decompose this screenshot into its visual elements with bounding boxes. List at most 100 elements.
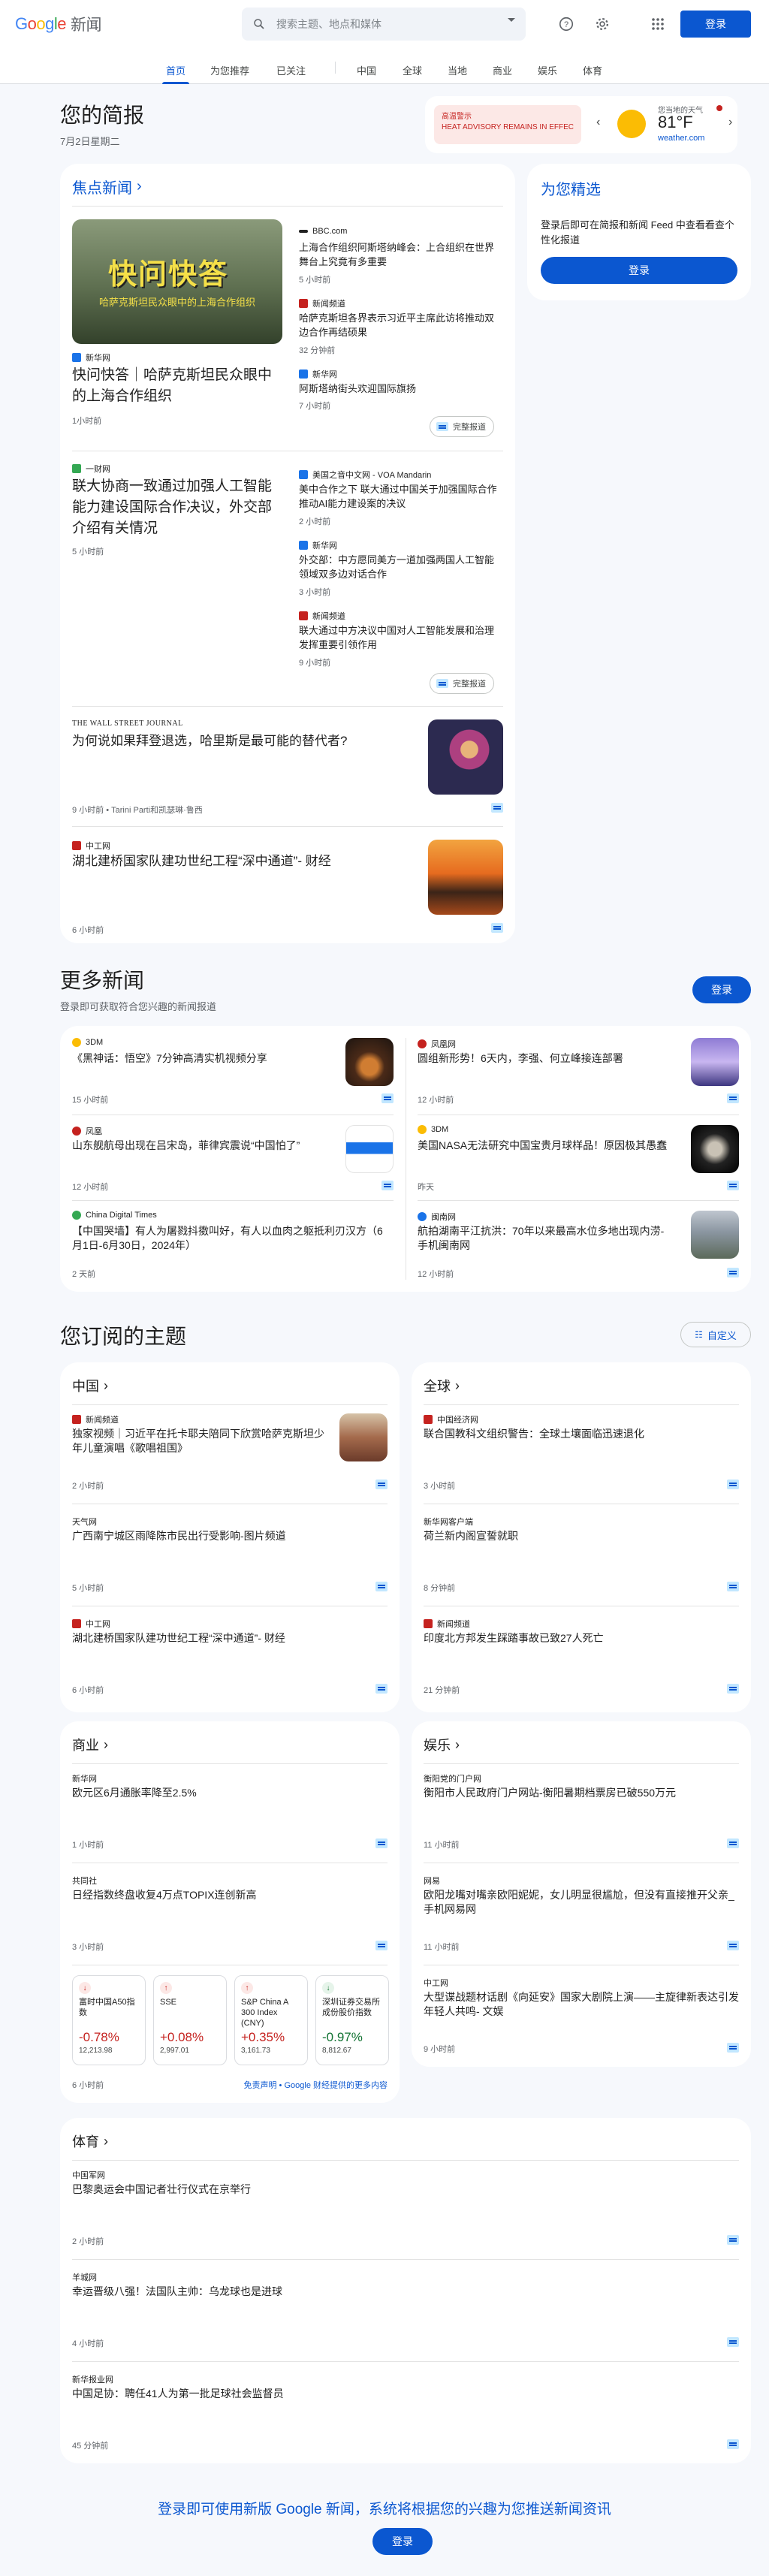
full-coverage-icon[interactable]	[727, 2235, 739, 2245]
story-headline[interactable]: 航拍湖南平江抗洪：70年以来最高水位多地出现内涝-手机闽南网	[418, 1224, 673, 1253]
story-headline[interactable]: 圆组新形势！6天内，李强、何立峰接连部署	[418, 1051, 673, 1066]
footer-signin-button[interactable]: 登录	[372, 2528, 433, 2555]
story-headline[interactable]: 欧阳龙嘴对嘴亲欧阳妮妮，女儿明显很尴尬，但没有直接推开父亲_手机网易网	[424, 1888, 739, 1917]
story-thumbnail[interactable]	[428, 719, 503, 795]
story-headline[interactable]: 《黑神话：悟空》7分钟高清实机视频分享	[72, 1051, 327, 1066]
weather-widget[interactable]: 高温警示 HEAT ADVISORY REMAINS IN EFFECT FRO…	[425, 96, 737, 153]
tab-world[interactable]: 全球	[403, 63, 422, 77]
story-thumbnail[interactable]	[345, 1038, 394, 1086]
stock-tile[interactable]: ↑ SSE +0.08% 2,997.01	[153, 1975, 227, 2065]
topic-heading[interactable]: 娱乐 ›	[424, 1735, 460, 1754]
story-headline[interactable]: 欧元区6月通胀率降至2.5%	[72, 1786, 388, 1800]
full-coverage-icon[interactable]	[727, 1684, 739, 1694]
story-headline[interactable]: 联大协商一致通过加强人工智能能力建设国际合作决议，外交部介绍有关情况	[72, 476, 282, 539]
full-coverage-icon[interactable]	[375, 1480, 388, 1489]
full-coverage-icon[interactable]	[727, 1582, 739, 1591]
more-news-signin-button[interactable]: 登录	[692, 976, 751, 1003]
story-headline[interactable]: 衡阳市人民政府门户网站-衡阳暑期档票房已破550万元	[424, 1786, 739, 1800]
story-headline[interactable]: 广西南宁城区雨降陈市民出行受影响-图片频道	[72, 1529, 388, 1543]
full-coverage-icon[interactable]	[727, 1268, 739, 1277]
stock-tile[interactable]: ↑ S&P China A 300 Index (CNY) +0.35% 3,161.…	[234, 1975, 308, 2065]
story-thumbnail[interactable]	[691, 1038, 739, 1086]
story-headline[interactable]: 印度北方邦发生踩踏事故已致27人死亡	[424, 1631, 739, 1645]
story-thumbnail[interactable]	[345, 1125, 394, 1173]
story-thumbnail[interactable]	[428, 840, 503, 915]
story-headline[interactable]: 联大通过中方决议中国对人工智能发展和治理发挥重要引领作用	[299, 623, 503, 652]
story-headline[interactable]: 联合国教科文组织警告：全球土壤面临迅速退化	[424, 1427, 739, 1441]
tab-business[interactable]: 商业	[493, 63, 512, 77]
full-coverage-icon[interactable]	[727, 1838, 739, 1848]
tab-entertainment[interactable]: 娱乐	[538, 63, 557, 77]
apps-grid-icon[interactable]	[649, 15, 667, 33]
full-coverage-icon[interactable]	[381, 1093, 394, 1103]
search-bar[interactable]: 搜索主题、地点和媒体	[242, 8, 526, 41]
weather-source[interactable]: weather.com	[658, 134, 704, 143]
tab-sports[interactable]: 体育	[583, 63, 602, 77]
full-coverage-icon[interactable]	[375, 1941, 388, 1950]
stock-tile[interactable]: ↓ 富时中国A50指数 -0.78% 12,213.98	[72, 1975, 146, 2065]
topic-heading[interactable]: 全球 ›	[424, 1376, 460, 1395]
signin-button[interactable]: 登录	[680, 11, 751, 38]
story-headline[interactable]: 独家视频｜习近平在托卡耶夫陪同下欣赏哈萨克斯坦少年儿童演唱《歌唱祖国》	[72, 1427, 327, 1455]
full-coverage-icon[interactable]	[727, 2337, 739, 2347]
story-headline[interactable]: 【中国哭墙】有人为屠戮抖擞叫好，有人以血肉之躯抵利刃汉方（6月1日-6月30日，…	[72, 1224, 388, 1253]
story-headline[interactable]: 美中合作之下 联大通过中国关于加强国际合作推动AI能力建设案的决议	[299, 482, 503, 511]
full-coverage-icon[interactable]	[727, 2043, 739, 2053]
finance-disclaimer-link[interactable]: 免责声明 • Google 财经提供的更多内容	[244, 2079, 388, 2091]
story-headline[interactable]: 为何说如果拜登退选，哈里斯是最可能的替代者?	[72, 733, 403, 750]
full-coverage-icon[interactable]	[727, 1941, 739, 1950]
picks-signin-button[interactable]: 登录	[541, 257, 737, 284]
story-thumbnail[interactable]	[691, 1211, 739, 1259]
tab-local[interactable]: 当地	[448, 63, 467, 77]
full-coverage-icon[interactable]	[381, 1181, 394, 1190]
full-coverage-icon[interactable]	[491, 923, 503, 933]
google-news-logo[interactable]: Google 新闻	[15, 13, 102, 35]
story-headline[interactable]: 大型谍战题材话剧《向延安》国家大剧院上演——主旋律新表达引发年轻人共鸣- 文娱	[424, 1990, 739, 2019]
story-headline[interactable]: 中国足协：聘任41人为第一批足球社会监督员	[72, 2387, 733, 2401]
top-news-heading[interactable]: 焦点新闻 ›	[72, 176, 142, 198]
full-coverage-icon[interactable]	[491, 803, 503, 813]
story-headline[interactable]: 荷兰新内阁宣誓就职	[424, 1529, 739, 1543]
full-coverage-icon[interactable]	[375, 1838, 388, 1848]
story-thumbnail[interactable]	[691, 1125, 739, 1173]
full-coverage-button[interactable]: 完整报道	[430, 673, 494, 694]
story-headline[interactable]: 湖北建桥国家队建功世纪工程“深中通道”- 财经	[72, 853, 403, 870]
story-headline[interactable]: 哈萨克斯坦各界表示习近平主席此访将推动双边合作再结硕果	[299, 311, 503, 339]
story-thumbnail[interactable]	[339, 1413, 388, 1461]
full-coverage-icon[interactable]	[375, 1684, 388, 1694]
heat-alert[interactable]: 高温警示 HEAT ADVISORY REMAINS IN EFFECT FRO…	[434, 105, 581, 144]
chevron-down-icon[interactable]	[508, 18, 515, 22]
story-headline[interactable]: 日经指数终盘收复4万点TOPIX连创新高	[72, 1888, 388, 1902]
tab-following[interactable]: 已关注	[276, 63, 306, 77]
full-coverage-button[interactable]: 完整报道	[430, 416, 494, 437]
story-headline[interactable]: 美国NASA无法研究中国宝贵月球样品！原因极其愚蠢	[418, 1139, 673, 1153]
full-coverage-icon[interactable]	[375, 1582, 388, 1591]
story-thumbnail[interactable]: 快问快答 哈萨克斯坦民众眼中的上海合作组织	[72, 219, 282, 344]
story-headline[interactable]: 快问快答｜哈萨克斯坦民众眼中的上海合作组织	[72, 365, 282, 407]
tab-china[interactable]: 中国	[357, 63, 376, 77]
story-headline[interactable]: 外交部：中方愿同美方一道加强两国人工智能领域双多边对话合作	[299, 553, 503, 581]
full-coverage-icon[interactable]	[727, 1093, 739, 1103]
story-headline[interactable]: 山东舰航母出现在吕宋岛，菲律宾震说“中国怕了”	[72, 1139, 327, 1153]
more-news-title: 更多新闻	[60, 969, 145, 992]
story-headline[interactable]: 幸运晋级八强！法国队主帅：乌龙球也是进球	[72, 2285, 733, 2299]
gear-icon[interactable]	[593, 15, 611, 33]
chevron-right-icon[interactable]: ›	[728, 116, 732, 129]
topic-heading[interactable]: 中国 ›	[72, 1376, 108, 1395]
story-headline[interactable]: 阿斯塔纳街头欢迎国际旗扬	[299, 382, 503, 396]
story-headline[interactable]: 上海合作组织阿斯塔纳峰会：上合组织在世界舞台上究竟有多重要	[299, 240, 503, 269]
help-icon[interactable]: ?	[557, 15, 575, 33]
tab-for-you[interactable]: 为您推荐	[210, 63, 249, 77]
topic-heading[interactable]: 商业 ›	[72, 1735, 108, 1754]
tab-home[interactable]: 首页	[166, 63, 185, 77]
topic-heading[interactable]: 体育 ›	[72, 2131, 108, 2151]
full-coverage-icon[interactable]	[727, 1181, 739, 1190]
full-coverage-icon[interactable]	[727, 1480, 739, 1489]
story-headline[interactable]: 巴黎奥运会中国记者壮行仪式在京举行	[72, 2182, 733, 2197]
search-input[interactable]: 搜索主题、地点和媒体	[276, 17, 381, 32]
story-headline[interactable]: 湖北建桥国家队建功世纪工程“深中通道”- 财经	[72, 1631, 388, 1645]
stock-tile[interactable]: ↓ 深圳证券交易所成份股价指数 -0.97% 8,812.67	[315, 1975, 389, 2065]
customize-button[interactable]: ☷ 自定义	[680, 1322, 751, 1347]
chevron-left-icon[interactable]: ‹	[596, 116, 600, 129]
full-coverage-icon[interactable]	[727, 2439, 739, 2449]
